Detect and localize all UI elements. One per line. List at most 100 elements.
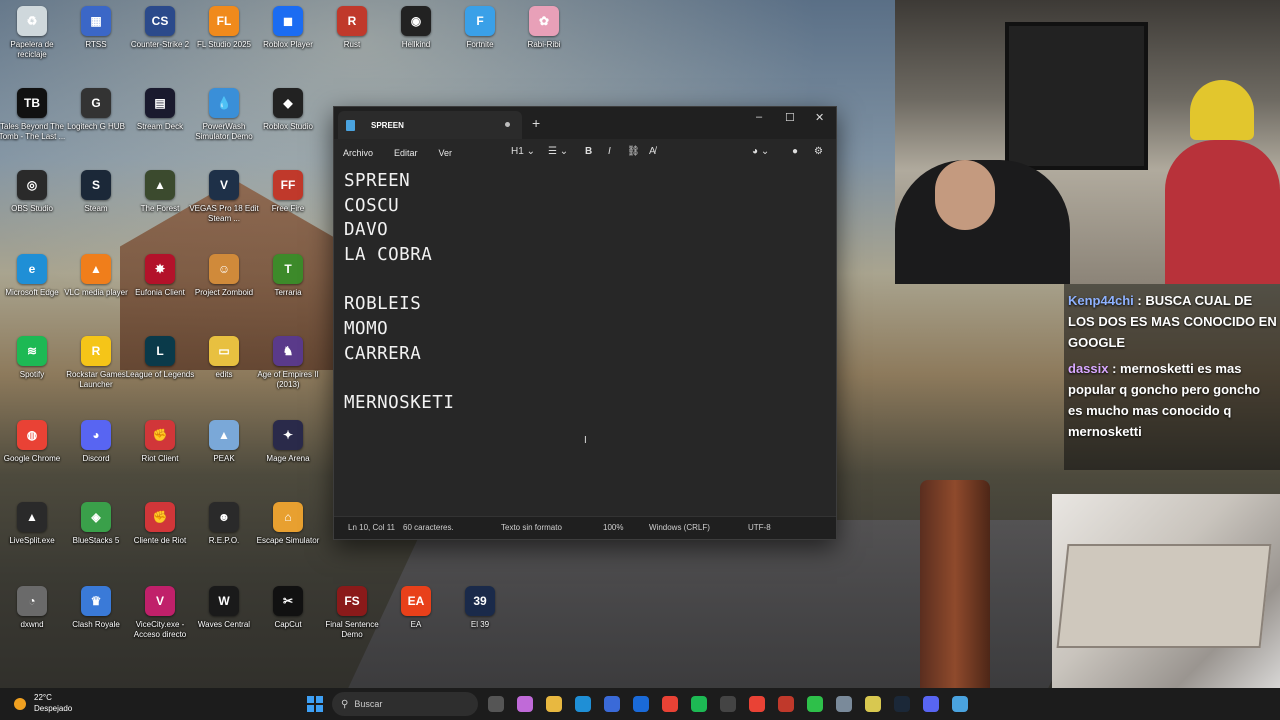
taskbar-copilot-icon[interactable] [517, 696, 533, 712]
desktop-icon[interactable]: ◼ Roblox Player [256, 0, 320, 78]
desktop-icon[interactable]: V VEGAS Pro 18 Edit Steam ... [189, 164, 259, 242]
desktop-icon[interactable]: e Microsoft Edge [0, 248, 64, 326]
desktop-icon[interactable]: ≋ Spotify [0, 330, 64, 408]
desktop-icon[interactable]: ◆ Roblox Studio [256, 82, 320, 160]
taskbar-search[interactable]: ⚲ Buscar [332, 692, 478, 716]
taskbar-steam-icon[interactable] [894, 696, 910, 712]
notepad-titlebar[interactable]: SPREEN + – ☐ ✕ [334, 107, 836, 139]
chat-overlay: Kenp44chi : BUSCA CUAL DE LOS DOS ES MAS… [1064, 284, 1280, 470]
desktop-icon[interactable]: ▤ Stream Deck [128, 82, 192, 160]
desktop-icon[interactable]: V ViceCity.exe - Acceso directo [128, 580, 192, 658]
italic-button[interactable]: I [608, 146, 611, 157]
new-tab-button[interactable]: + [532, 115, 540, 131]
desktop-icon[interactable]: CS Counter-Strike 2 [128, 0, 192, 78]
taskbar-spotify-icon[interactable] [691, 696, 707, 712]
desktop-icon[interactable]: ▲ The Forest [128, 164, 192, 242]
desktop-icon[interactable]: ♞ Age of Empires II (2013) [256, 330, 320, 408]
desktop-icon-label: Terraria [274, 288, 302, 297]
status-zoom[interactable]: 100% [603, 523, 623, 532]
settings-gear-icon[interactable]: ⚙ [814, 146, 823, 157]
taskbar-chrome-2-icon[interactable] [749, 696, 765, 712]
taskbar-app-yellow-icon[interactable] [865, 696, 881, 712]
notepad-window[interactable]: SPREEN + – ☐ ✕ Archivo Editar Ver H1 ⌄ ☰… [333, 106, 837, 540]
desktop-icon[interactable]: FL FL Studio 2025 [192, 0, 256, 78]
notepad-text-area[interactable]: SPREEN COSCU DAVO LA COBRA ROBLEIS MOMO CARRER… [344, 169, 454, 416]
desktop-icon[interactable]: ◈ BlueStacks 5 [64, 496, 128, 574]
app-icon: ♛ [81, 586, 111, 616]
taskbar-discord-icon[interactable] [923, 696, 939, 712]
text-line: CARRERA [344, 343, 422, 364]
desktop-icon[interactable]: 39 El 39 [448, 580, 512, 658]
text-cursor-icon: I [584, 435, 587, 446]
webcam-window [1005, 22, 1148, 170]
desktop-icon[interactable]: ▲ PEAK [192, 414, 256, 492]
weather-temperature: 22°C [34, 693, 52, 702]
list-dropdown[interactable]: ☰ ⌄ [548, 146, 568, 157]
taskbar-store-icon[interactable] [604, 696, 620, 712]
desktop-icon[interactable]: ⌂ Escape Simulator [256, 496, 320, 574]
desktop-icon[interactable]: EA EA [384, 580, 448, 658]
desktop-icon[interactable]: ✂ CapCut [256, 580, 320, 658]
desktop-icon[interactable]: ☻ R.E.P.O. [192, 496, 256, 574]
desktop-icon[interactable]: R Rust [320, 0, 384, 78]
desktop-icon[interactable]: ✊ Riot Client [128, 414, 192, 492]
desktop-icon[interactable]: FF Free Fire [256, 164, 320, 242]
tab-spreen[interactable]: SPREEN [338, 111, 522, 139]
app-icon: G [81, 88, 111, 118]
menu-archivo[interactable]: Archivo [343, 148, 373, 158]
taskbar-outlook-icon[interactable] [633, 696, 649, 712]
clear-format-button[interactable]: A̸ [649, 146, 656, 157]
copilot-icon[interactable]: ◕ ⌄ [752, 146, 769, 157]
desktop-icon[interactable]: R Rockstar Games Launcher [64, 330, 128, 408]
taskbar-file-explorer-icon[interactable] [546, 696, 562, 712]
taskbar-chrome-icon[interactable] [662, 696, 678, 712]
desktop-icon[interactable]: ▲ VLC media player [64, 248, 128, 326]
video-board [1056, 544, 1272, 648]
desktop-icon[interactable]: FS Final Sentence Demo [320, 580, 384, 658]
status-line-endings: Windows (CRLF) [649, 523, 710, 532]
taskbar-app-red-icon[interactable] [778, 696, 794, 712]
desktop-icon[interactable]: G Logitech G HUB [64, 82, 128, 160]
taskbar-logitech-icon[interactable] [720, 696, 736, 712]
desktop-icon[interactable]: ◉ Hellkind [384, 0, 448, 78]
text-line [344, 367, 454, 392]
desktop-icon[interactable]: ▦ RTSS [64, 0, 128, 78]
unsaved-dot-icon[interactable] [505, 122, 510, 127]
close-button[interactable]: ✕ [815, 111, 824, 124]
maximize-button[interactable]: ☐ [785, 111, 795, 124]
minimize-button[interactable]: – [756, 111, 762, 123]
taskbar-app-green-icon[interactable] [807, 696, 823, 712]
menu-ver[interactable]: Ver [439, 148, 453, 158]
desktop-icon[interactable]: ♻ Papelera de reciclaje [0, 0, 64, 78]
taskbar-steam-settings-icon[interactable] [836, 696, 852, 712]
desktop-icon[interactable]: ♛ Clash Royale [64, 580, 128, 658]
desktop-icon[interactable]: F Fortnite [448, 0, 512, 78]
desktop-icon[interactable]: ✊ Cliente de Riot [128, 496, 192, 574]
desktop-icon[interactable]: ◔ dxwnd [0, 580, 64, 658]
desktop-icon[interactable]: L League of Legends [126, 330, 194, 408]
link-button[interactable]: ⛓ [627, 146, 640, 157]
desktop-icon[interactable]: W Waves Central [192, 580, 256, 658]
taskbar-task-view-icon[interactable] [488, 696, 504, 712]
bold-button[interactable]: B [585, 146, 592, 157]
desktop-icon[interactable]: S Steam [64, 164, 128, 242]
weather-widget[interactable]: 22°C Despejado [14, 692, 72, 714]
taskbar-edge-icon[interactable] [575, 696, 591, 712]
desktop-icon[interactable]: ◍ Google Chrome [0, 414, 64, 492]
desktop-icon[interactable]: ✸ Eufonia Client [128, 248, 192, 326]
desktop-icon[interactable]: ▭ edits [192, 330, 256, 408]
start-button[interactable] [307, 696, 323, 712]
desktop-icon[interactable]: ✦ Mage Arena [256, 414, 320, 492]
account-icon[interactable]: ● [792, 146, 798, 157]
desktop-icon[interactable]: TB Tales Beyond The Tomb - The Last ... [0, 82, 65, 160]
desktop-icon[interactable]: ▲ LiveSplit.exe [0, 496, 64, 574]
menu-editar[interactable]: Editar [394, 148, 418, 158]
desktop-icon[interactable]: ✿ Rabi-Ribi [512, 0, 576, 78]
desktop-icon[interactable]: ◎ OBS Studio [0, 164, 64, 242]
desktop-icon[interactable]: 💧 PowerWash Simulator Demo [192, 82, 256, 160]
desktop-icon[interactable]: ☺ Project Zomboid [192, 248, 256, 326]
desktop-icon[interactable]: ◕ Discord [64, 414, 128, 492]
taskbar-notepad-icon[interactable] [952, 696, 968, 712]
desktop-icon[interactable]: T Terraria [256, 248, 320, 326]
heading-dropdown[interactable]: H1 ⌄ [511, 146, 535, 157]
